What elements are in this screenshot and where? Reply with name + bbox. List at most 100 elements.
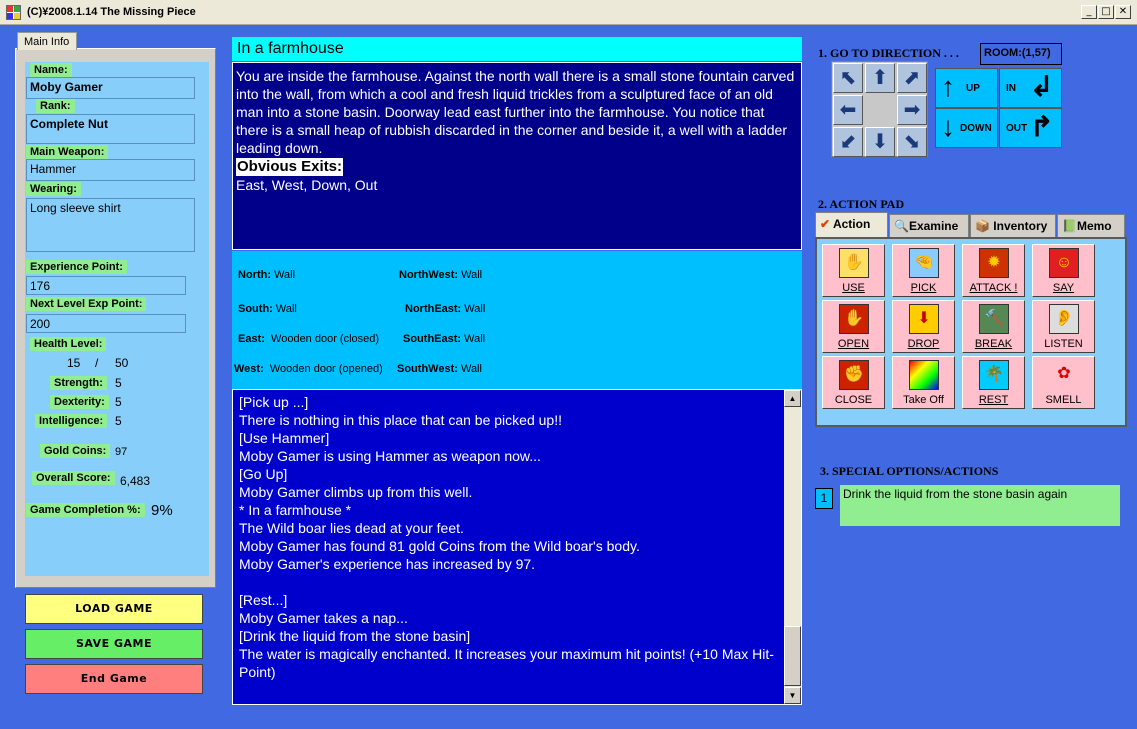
go-out-button[interactable]: OUT ↱ — [999, 108, 1062, 148]
rest-label: REST — [978, 394, 1009, 406]
shouting-face-icon: ☺ — [1049, 248, 1079, 278]
intelligence-label: Intelligence: — [35, 414, 108, 428]
next-level-label: Next Level Exp Point: — [26, 297, 147, 311]
open-button[interactable]: ✋ OPEN — [822, 300, 885, 353]
maximize-button[interactable]: □ — [1098, 5, 1114, 19]
gold-label: Gold Coins: — [40, 444, 111, 458]
scroll-down-icon[interactable]: ▼ — [784, 687, 801, 704]
log-scrollbar[interactable]: ▲ ▼ — [784, 390, 801, 704]
go-up-button[interactable]: ↑ UP — [935, 68, 998, 108]
open-hand-icon: ✋ — [839, 304, 869, 334]
down-arrow-icon: ⬇ — [909, 304, 939, 334]
flower-icon: ✿ — [1049, 360, 1079, 390]
pick-hand-icon: 🤏 — [909, 248, 939, 278]
use-label: USE — [842, 282, 865, 294]
listen-button[interactable]: 👂 LISTEN — [1032, 300, 1095, 353]
drop-button[interactable]: ⬇ DROP — [892, 300, 955, 353]
south-value: Wall — [275, 303, 297, 315]
name-label: Name: — [30, 63, 72, 77]
southeast-arrow-icon[interactable]: ⬊ — [897, 127, 927, 157]
tab-main-info[interactable]: Main Info — [17, 32, 77, 50]
scroll-up-icon[interactable]: ▲ — [784, 390, 801, 407]
attack-button[interactable]: ✹ ATTACK ! — [962, 244, 1025, 297]
experience-field: 176 — [26, 276, 186, 295]
room-description-text: You are inside the farmhouse. Against th… — [236, 68, 795, 156]
break-button[interactable]: 🔨 BREAK — [962, 300, 1025, 353]
takeoff-button[interactable]: Take Off — [892, 356, 955, 409]
say-button[interactable]: ☺ SAY — [1032, 244, 1095, 297]
health-max: 50 — [115, 356, 129, 370]
rank-field: Complete Nut — [26, 114, 195, 144]
north-arrow-icon[interactable]: ⬆ — [865, 63, 895, 93]
pick-label: PICK — [910, 282, 937, 294]
ear-icon: 👂 — [1049, 304, 1079, 334]
tab-inventory-label: Inventory — [993, 219, 1048, 233]
tab-action[interactable]: ✔ Action — [815, 212, 888, 238]
fist-icon: ✊ — [839, 360, 869, 390]
wearing-label: Wearing: — [26, 182, 81, 196]
health-separator: / — [95, 356, 99, 370]
directions-panel: North: Wall South: Wall East: Wooden doo… — [232, 251, 802, 389]
northeast-value: Wall — [464, 303, 486, 315]
east-label: East: — [238, 333, 265, 345]
message-log[interactable]: [Pick up ...] There is nothing in this p… — [232, 389, 802, 705]
special-option-1-text[interactable]: Drink the liquid from the stone basin ag… — [840, 485, 1120, 526]
rest-button[interactable]: 🌴 REST — [962, 356, 1025, 409]
up-label: UP — [966, 83, 980, 94]
tab-memo[interactable]: 📗Memo — [1057, 214, 1125, 238]
out-arrow-icon: ↱ — [1030, 111, 1054, 142]
book-icon: 📗 — [1062, 219, 1077, 233]
dexterity-value: 5 — [115, 395, 122, 409]
west-arrow-icon[interactable]: ⬅ — [833, 95, 863, 125]
weapon-field: Hammer — [26, 159, 195, 181]
scroll-thumb[interactable] — [784, 626, 801, 686]
special-option-1-button[interactable]: 1 — [815, 488, 833, 509]
south-label: South: — [238, 303, 273, 315]
completion-value: 9% — [151, 502, 173, 519]
north-label: North: — [238, 269, 271, 281]
load-game-button[interactable]: LOAD GAME — [25, 594, 203, 624]
window-title: (C)¥2008.1.14 The Missing Piece — [27, 6, 196, 18]
smell-button[interactable]: ✿ SMELL — [1032, 356, 1095, 409]
minimize-button[interactable]: _ — [1081, 5, 1097, 19]
east-value: Wooden door (closed) — [271, 333, 380, 345]
strength-value: 5 — [115, 376, 122, 390]
in-label: IN — [1006, 83, 1016, 94]
east-arrow-icon[interactable]: ➡ — [897, 95, 927, 125]
title-bar: (C)¥2008.1.14 The Missing Piece _ □ ✕ — [0, 0, 1137, 25]
hammer-icon: 🔨 — [979, 304, 1009, 334]
break-label: BREAK — [974, 338, 1013, 350]
out-label: OUT — [1006, 123, 1028, 134]
southwest-arrow-icon[interactable]: ⬋ — [833, 127, 863, 157]
weapon-label: Main Weapon: — [26, 145, 109, 159]
exits-heading: Obvious Exits: — [236, 158, 344, 176]
action-pad: ✋ USE 🤏 PICK ✹ ATTACK ! ☺ SAY ✋ OPEN ⬇ DROP 🔨 B… — [815, 237, 1127, 427]
west-label: West: — [234, 363, 264, 375]
room-description: You are inside the farmhouse. Against th… — [232, 62, 802, 250]
health-label: Health Level: — [30, 337, 107, 351]
checkmark-icon: ✔ — [820, 217, 831, 231]
close-action-button[interactable]: ✊ CLOSE — [822, 356, 885, 409]
tab-memo-label: Memo — [1076, 219, 1112, 233]
end-game-button[interactable]: End Game — [25, 664, 203, 694]
go-in-button[interactable]: IN ↲ — [999, 68, 1062, 108]
pick-button[interactable]: 🤏 PICK — [892, 244, 955, 297]
message-log-text: [Pick up ...] There is nothing in this p… — [239, 394, 774, 680]
northeast-label: NorthEast: — [405, 303, 462, 315]
close-label: CLOSE — [834, 394, 873, 406]
northwest-arrow-icon[interactable]: ⬉ — [833, 63, 863, 93]
tab-inventory[interactable]: 📦 Inventory — [970, 214, 1056, 238]
northeast-arrow-icon[interactable]: ⬈ — [897, 63, 927, 93]
tab-action-label: Action — [832, 217, 871, 231]
close-button[interactable]: ✕ — [1115, 5, 1131, 19]
south-arrow-icon[interactable]: ⬇ — [865, 127, 895, 157]
use-button[interactable]: ✋ USE — [822, 244, 885, 297]
save-game-button[interactable]: SAVE GAME — [25, 629, 203, 659]
experience-label: Experience Point: — [26, 260, 127, 274]
down-label: DOWN — [960, 123, 992, 134]
tab-examine[interactable]: 🔍Examine — [889, 214, 969, 238]
attack-label: ATTACK ! — [969, 282, 1018, 294]
say-label: SAY — [1052, 282, 1075, 294]
go-down-button[interactable]: ↓ DOWN — [935, 108, 998, 148]
room-coordinates: ROOM:(1,57) — [980, 43, 1062, 65]
